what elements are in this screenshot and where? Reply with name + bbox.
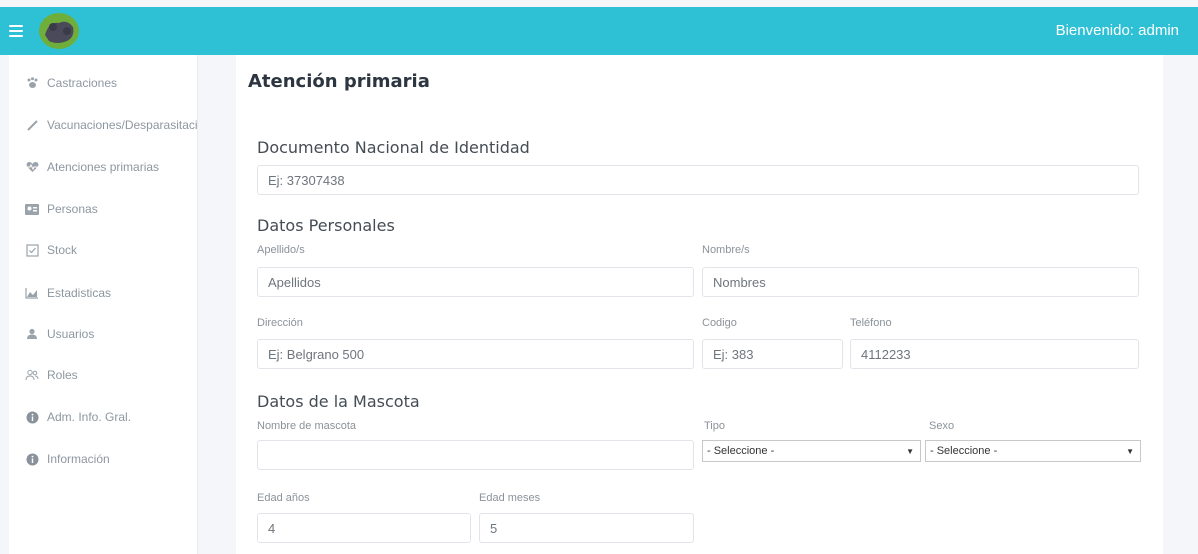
sidebar-item-personas[interactable]: Personas <box>9 192 198 226</box>
sidebar-item-vacunaciones[interactable]: Vacunaciones/Desparasitaciones <box>9 108 198 142</box>
direccion-label: Dirección <box>257 317 303 329</box>
sidebar-item-label: Personas <box>47 202 98 216</box>
syringe-icon <box>25 118 39 132</box>
sidebar: Castraciones Vacunaciones/Desparasitacio… <box>9 55 198 554</box>
sexo-select[interactable]: - Seleccione - ▼ <box>925 440 1141 462</box>
sidebar-item-label: Usuarios <box>47 327 95 341</box>
chevron-down-icon: ▼ <box>906 446 914 456</box>
user-icon <box>25 327 39 341</box>
sidebar-item-usuarios[interactable]: Usuarios <box>9 317 198 351</box>
sidebar-item-label: Información <box>47 452 110 466</box>
sidebar-item-label: Estadisticas <box>47 286 112 300</box>
heartbeat-icon <box>25 160 39 174</box>
codigo-input[interactable] <box>702 339 843 369</box>
users-icon <box>25 368 39 382</box>
section-title-dni: Documento Nacional de Identidad <box>257 138 530 157</box>
right-gutter <box>1176 55 1198 554</box>
codigo-label: Codigo <box>702 317 737 329</box>
logo <box>39 13 79 49</box>
nombre-input[interactable] <box>702 267 1139 297</box>
edad-anios-label: Edad años <box>257 492 310 504</box>
sexo-label: Sexo <box>929 420 955 432</box>
edad-meses-input[interactable] <box>479 513 694 543</box>
chart-icon <box>25 286 39 300</box>
edad-meses-label: Edad meses <box>479 492 541 504</box>
sidebar-item-label: Vacunaciones/Desparasitaciones <box>47 118 197 132</box>
sidebar-item-stock[interactable]: Stock <box>9 233 198 267</box>
apellido-label: Apellido/s <box>257 244 305 256</box>
sidebar-item-roles[interactable]: Roles <box>9 358 198 392</box>
sidebar-item-adm-info[interactable]: Adm. Info. Gral. <box>9 400 198 434</box>
edad-anios-input[interactable] <box>257 513 471 543</box>
sidebar-item-label: Stock <box>47 243 78 257</box>
sexo-selected-value: - Seleccione - <box>930 445 998 457</box>
main-panel: Atención primaria Documento Nacional de … <box>236 55 1163 554</box>
sidebar-item-castraciones[interactable]: Castraciones <box>9 66 198 100</box>
check-square-icon <box>25 243 39 257</box>
tipo-select[interactable]: - Seleccione - ▼ <box>702 440 921 462</box>
pet-name-label: Nombre de mascota <box>257 420 357 432</box>
tipo-selected-value: - Seleccione - <box>707 445 775 457</box>
id-card-icon <box>25 202 39 216</box>
section-title-personal: Datos Personales <box>257 216 395 235</box>
sidebar-item-atenciones[interactable]: Atenciones primarias <box>9 150 198 184</box>
welcome-text: Bienvenido: admin <box>1055 22 1179 39</box>
menu-toggle-icon[interactable] <box>9 25 23 37</box>
pet-name-input[interactable] <box>257 440 694 470</box>
section-title-pet: Datos de la Mascota <box>257 392 420 411</box>
top-navbar: Bienvenido: admin <box>0 7 1198 55</box>
chevron-down-icon: ▼ <box>1126 446 1134 456</box>
telefono-input[interactable] <box>850 339 1139 369</box>
info-circle-icon <box>25 410 39 424</box>
tipo-label: Tipo <box>704 420 725 432</box>
dni-input[interactable] <box>257 165 1139 195</box>
sidebar-item-label: Atenciones primarias <box>47 160 160 174</box>
sidebar-item-informacion[interactable]: Información <box>9 442 198 476</box>
telefono-label: Teléfono <box>850 317 892 329</box>
info-circle-icon <box>25 452 39 466</box>
paw-icon <box>25 76 39 90</box>
direccion-input[interactable] <box>257 339 694 369</box>
page-title: Atención primaria <box>248 71 430 92</box>
sidebar-item-label: Castraciones <box>47 76 118 90</box>
sidebar-item-label: Adm. Info. Gral. <box>47 410 132 424</box>
sidebar-item-label: Roles <box>47 368 78 382</box>
apellido-input[interactable] <box>257 267 694 297</box>
nombre-label: Nombre/s <box>702 244 750 256</box>
sidebar-item-estadisticas[interactable]: Estadisticas <box>9 276 198 310</box>
